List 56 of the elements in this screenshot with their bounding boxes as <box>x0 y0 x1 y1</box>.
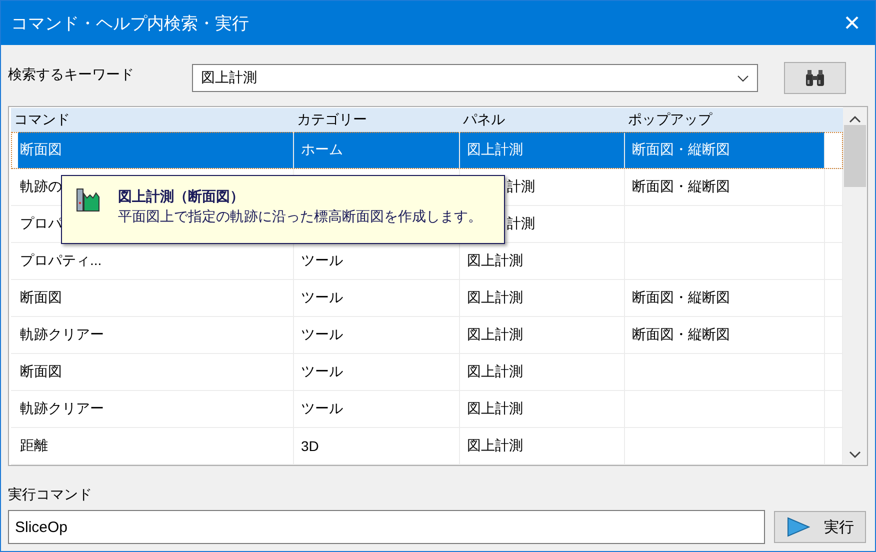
table-cell: 計測 <box>507 178 535 196</box>
tooltip-text: 平面図上で指定の軌跡に沿った標高断面図を作成します。 <box>118 208 482 226</box>
close-button[interactable]: × <box>829 1 875 45</box>
table-row[interactable]: 断面図 ツール 図上計測 <box>11 354 843 391</box>
table-row[interactable]: 軌跡クリアー ツール 図上計測 <box>11 391 843 428</box>
table-cell: 図上計測 <box>467 141 523 159</box>
keyword-combobox[interactable]: 図上計測 <box>192 64 758 92</box>
play-icon <box>786 517 810 537</box>
table-cell: プロパティ... <box>20 252 102 270</box>
table-cell: 図上計測 <box>467 437 523 455</box>
window-title: コマンド・ヘルプ内検索・実行 <box>11 12 249 34</box>
table-cell: 断面図・縦断図 <box>632 141 730 159</box>
table-row[interactable]: 軌跡クリアー ツール 図上計測 断面図・縦断図 <box>11 317 843 354</box>
table-cell: 図上計測 <box>467 289 523 307</box>
table-row[interactable]: 距離 3D 図上計測 <box>11 428 843 465</box>
table-cell: 軌跡の <box>20 178 62 196</box>
table-cell: 断面図・縦断図 <box>632 178 730 196</box>
table-cell: 図上計測 <box>467 363 523 381</box>
column-header[interactable]: カテゴリー <box>294 111 460 129</box>
table-cell: ツール <box>301 289 343 307</box>
chevron-up-icon[interactable] <box>849 115 861 123</box>
table-row[interactable]: 断面図 ホーム 図上計測 断面図・縦断図 <box>11 132 843 169</box>
table-row[interactable]: 断面図 ツール 図上計測 断面図・縦断図 <box>11 280 843 317</box>
column-header[interactable]: パネル <box>460 111 625 129</box>
table-cell: 断面図・縦断図 <box>632 289 730 307</box>
table-cell: 3D <box>301 438 319 454</box>
table-cell: 計測 <box>507 215 535 233</box>
run-button[interactable]: 実行 <box>774 511 866 543</box>
command-input[interactable]: SliceOp <box>8 510 765 544</box>
table-cell: 距離 <box>20 437 48 455</box>
table-cell: 断面図 <box>20 141 62 159</box>
table-cell: 図上計測 <box>467 326 523 344</box>
table-cell: 図上計測 <box>467 252 523 270</box>
table-cell: ツール <box>301 252 343 270</box>
chevron-down-icon <box>737 74 749 82</box>
table-cell: ツール <box>301 363 343 381</box>
table-cell: ツール <box>301 326 343 344</box>
chevron-down-icon[interactable] <box>849 451 861 459</box>
table-cell: 図上計測 <box>467 400 523 418</box>
scroll-thumb[interactable] <box>844 125 866 187</box>
binoculars-icon <box>805 69 825 87</box>
column-header[interactable]: ポップアップ <box>625 111 825 129</box>
table-cell: ツール <box>301 400 343 418</box>
table-cell: 軌跡クリアー <box>20 326 104 344</box>
profile-chart-icon <box>76 188 100 212</box>
tooltip-title: 図上計測（断面図） <box>118 188 245 206</box>
scrollbar[interactable] <box>843 107 867 465</box>
keyword-label: 検索するキーワード <box>8 66 134 84</box>
table-cell: 軌跡クリアー <box>20 400 104 418</box>
column-header[interactable]: コマンド <box>11 111 294 129</box>
command-label: 実行コマンド <box>8 486 93 504</box>
search-button[interactable] <box>784 62 846 94</box>
table-cell: 断面図 <box>20 363 62 381</box>
table-cell: 断面図 <box>20 289 62 307</box>
table-cell: 断面図・縦断図 <box>632 326 730 344</box>
table-cell: ホーム <box>301 141 343 159</box>
